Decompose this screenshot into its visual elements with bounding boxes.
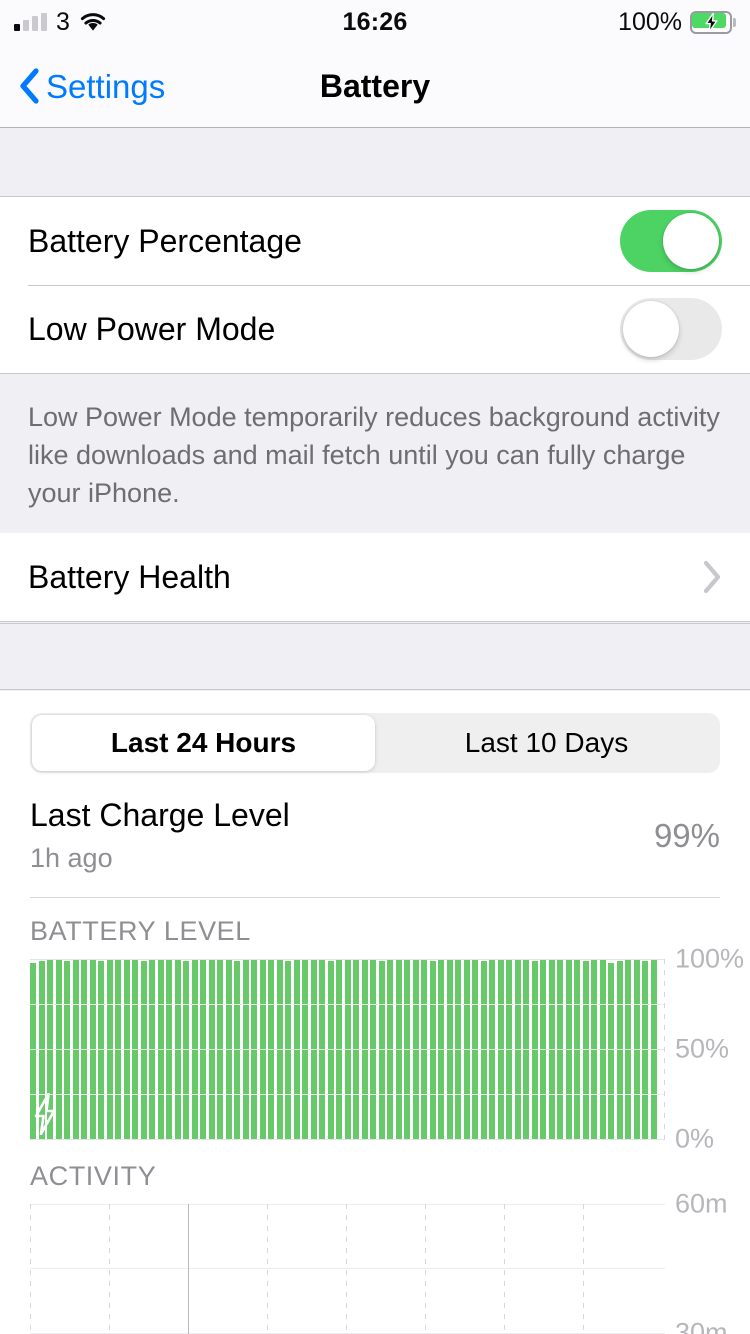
- last-charge-level-row: Last Charge Level 1h ago 99%: [30, 773, 720, 898]
- battery-settings-screen: 3 16:26 100% Settings Battery Battery Pe…: [0, 0, 750, 1334]
- battery-level-chart-block: BATTERY LEVEL 100% 50% 0%: [30, 898, 744, 1154]
- low-power-mode-description: Low Power Mode temporarily reduces backg…: [0, 374, 750, 543]
- status-bar-right: 100%: [618, 0, 736, 44]
- last-charge-level-subtitle: 1h ago: [30, 843, 113, 873]
- battery-percentage-toggle[interactable]: [620, 210, 722, 272]
- y-axis-label: 50%: [675, 1033, 730, 1064]
- battery-percentage-label: 100%: [618, 7, 682, 36]
- chart-bar: [608, 962, 614, 1139]
- segment-last-10-days[interactable]: Last 10 Days: [375, 715, 718, 771]
- gridline: [30, 1049, 665, 1050]
- vertical-gridline: [267, 1204, 268, 1334]
- vertical-gridline: [188, 1204, 189, 1334]
- status-bar: 3 16:26 100%: [0, 0, 750, 44]
- row-battery-health[interactable]: Battery Health: [0, 533, 750, 621]
- segment-last-24-hours[interactable]: Last 24 Hours: [32, 715, 375, 771]
- battery-level-chart-plot: 100% 50% 0%: [30, 944, 744, 1154]
- last-charge-level-text: Last Charge Level 1h ago: [30, 795, 654, 877]
- row-battery-percentage[interactable]: Battery Percentage: [0, 197, 750, 285]
- last-charge-level-value: 99%: [653, 817, 720, 854]
- clock-label: 16:26: [342, 7, 408, 36]
- y-axis-label: 30m: [675, 1317, 728, 1334]
- vertical-gridline: [425, 1204, 426, 1334]
- low-power-mode-description-text: Low Power Mode temporarily reduces backg…: [28, 402, 720, 508]
- navigation-bar: Settings Battery: [0, 44, 750, 128]
- activity-chart-title: ACTIVITY: [30, 1161, 157, 1191]
- row-low-power-mode[interactable]: Low Power Mode: [0, 285, 750, 373]
- time-range-segmented-control[interactable]: Last 24 Hours Last 10 Days: [30, 713, 720, 773]
- time-range-control-wrap: Last 24 Hours Last 10 Days: [0, 691, 750, 773]
- activity-chart-plot: 60m 30m: [30, 1189, 728, 1334]
- y-axis-label: 60m: [675, 1188, 728, 1219]
- battery-health-group: Battery Health: [0, 533, 750, 622]
- low-power-mode-toggle[interactable]: [620, 298, 722, 360]
- section-gap-middle: [0, 623, 750, 690]
- battery-charging-icon: [690, 10, 736, 34]
- row-battery-health-label: Battery Health: [28, 558, 231, 595]
- last-charge-level-title: Last Charge Level: [30, 797, 290, 833]
- gridline: [30, 1004, 665, 1005]
- chevron-right-icon: [702, 560, 722, 594]
- page-title: Battery: [319, 67, 431, 104]
- row-low-power-mode-label: Low Power Mode: [28, 310, 276, 347]
- charging-bolt-icon: [34, 1093, 56, 1135]
- gridline: [30, 1094, 665, 1095]
- section-gap-top: [0, 129, 750, 196]
- row-battery-percentage-label: Battery Percentage: [28, 222, 302, 259]
- activity-chart-block: ACTIVITY 60m 30m: [30, 1139, 728, 1334]
- vertical-gridline: [583, 1204, 584, 1334]
- vertical-gridline: [504, 1204, 505, 1334]
- gridline: [30, 959, 665, 960]
- y-axis-label: 100%: [675, 943, 745, 974]
- vertical-gridline: [346, 1204, 347, 1334]
- gridline: [30, 1268, 665, 1270]
- vertical-gridline: [30, 1204, 31, 1334]
- chart-edge-marker: [664, 959, 665, 1139]
- gridline: [30, 1204, 665, 1205]
- vertical-gridline: [109, 1204, 110, 1334]
- gridline: [30, 1332, 665, 1334]
- battery-level-chart-title: BATTERY LEVEL: [30, 916, 251, 946]
- battery-options-group: Battery Percentage Low Power Mode: [0, 196, 750, 374]
- battery-usage-section: Last 24 Hours Last 10 Days Last Charge L…: [0, 691, 750, 1334]
